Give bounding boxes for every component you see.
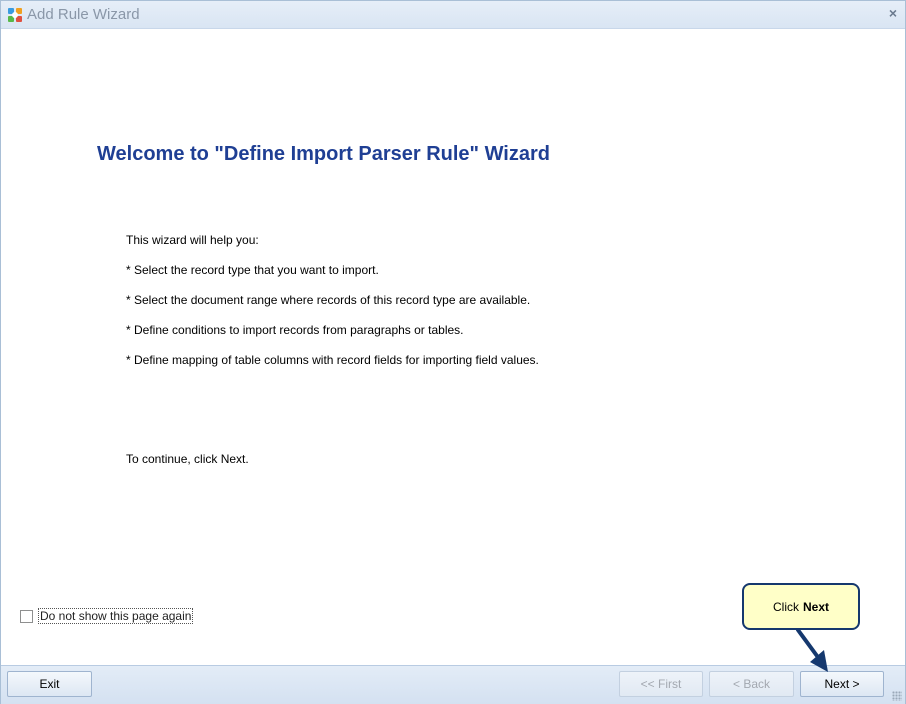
exit-button-label: Exit [39,677,60,691]
tooltip-callout: Click Next [742,583,860,630]
bullet-line: * Select the document range where record… [126,293,531,307]
first-button-label: << First [640,677,682,691]
exit-button[interactable]: Exit [7,671,92,697]
callout-arrow-icon [796,628,828,672]
back-button[interactable]: < Back [709,671,794,697]
back-button-label: < Back [732,677,771,691]
callout-emphasis: Next [802,599,829,614]
window-title: Add Rule Wizard [27,6,140,23]
bullet-line: * Define mapping of table columns with r… [126,353,539,367]
intro-line: This wizard will help you: [126,233,259,247]
continue-text: To continue, click Next. [126,452,249,466]
resize-grip-icon[interactable] [892,691,902,701]
dont-show-again-label[interactable]: Do not show this page again [38,608,194,624]
title-bar: Add Rule Wizard × [1,1,905,29]
wizard-content: Welcome to "Define Import Parser Rule" W… [1,29,905,665]
dont-show-again-row[interactable]: Do not show this page again [20,608,194,624]
close-icon[interactable]: × [889,5,897,21]
bullet-line: * Define conditions to import records fr… [126,323,464,337]
next-button-label: Next > [824,677,860,691]
wizard-footer: Exit << First < Back Next > [1,665,905,704]
bullet-line: * Select the record type that you want t… [126,263,379,277]
app-logo-icon [8,8,22,22]
page-title: Welcome to "Define Import Parser Rule" W… [97,143,550,165]
callout-prefix: Click [772,599,799,614]
first-button[interactable]: << First [619,671,703,697]
dont-show-again-checkbox[interactable] [20,609,33,623]
